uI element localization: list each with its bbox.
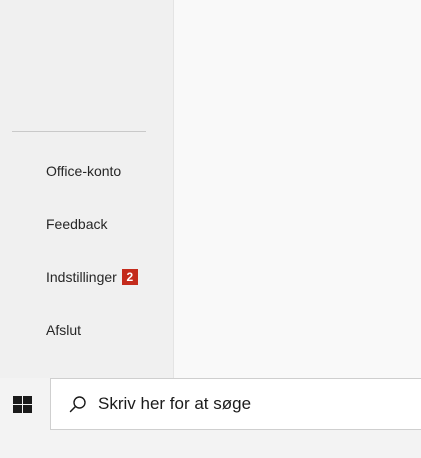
settings-label: Indstillinger [46, 269, 117, 285]
settings-step-badge: 2 [121, 269, 138, 285]
windows-logo-icon [12, 395, 32, 413]
exit-label: Afslut [46, 322, 82, 338]
office-account-item[interactable]: Office-konto [0, 151, 173, 191]
backstage-navigation: Office-konto Feedback Indstillinger 2 Af… [0, 0, 174, 378]
exit-item[interactable]: Afslut [0, 310, 173, 350]
taskbar: Skriv her for at søge [0, 378, 421, 458]
feedback-label: Feedback [46, 216, 108, 232]
office-account-label: Office-konto [46, 163, 122, 179]
nav-divider [12, 131, 146, 132]
start-button[interactable] [0, 378, 44, 430]
settings-item[interactable]: Indstillinger 2 [0, 257, 173, 297]
taskbar-search-box[interactable]: Skriv her for at søge [50, 378, 421, 430]
search-placeholder: Skriv her for at søge [98, 394, 252, 413]
search-icon [69, 396, 86, 413]
backstage-content-area [174, 0, 421, 378]
feedback-item[interactable]: Feedback [0, 204, 173, 244]
